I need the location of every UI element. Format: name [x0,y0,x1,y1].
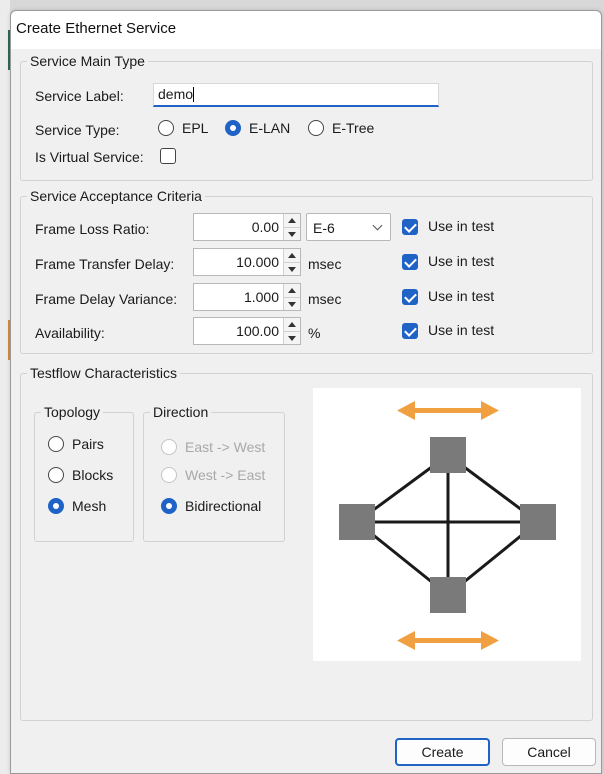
frame-loss-ratio-unit-value: E-6 [313,220,335,236]
spin-down-icon[interactable] [284,331,300,344]
availability-value: 100.00 [236,323,279,339]
mesh-node-left [339,504,375,540]
service-label-input[interactable]: demo [153,83,439,107]
spin-down-icon[interactable] [284,297,300,310]
spin-up-icon[interactable] [284,249,300,263]
direction-east-west-radio[interactable]: East -> West [161,439,265,455]
spin-buttons [283,284,300,310]
service-type-label: Service Type: [35,122,120,138]
is-virtual-service-label: Is Virtual Service: [35,149,144,165]
spin-up-icon[interactable] [284,318,300,332]
service-acceptance-criteria-legend: Service Acceptance Criteria [30,188,202,204]
text-caret [193,87,195,102]
radio-checked-icon [225,120,241,136]
availability-spinbox[interactable]: 100.00 [193,317,301,345]
spin-buttons [283,318,300,344]
cancel-button[interactable]: Cancel [502,738,596,766]
frame-loss-ratio-use-in-test-checkbox[interactable] [402,219,418,235]
background-window-edge [0,0,10,774]
direction-west-east-radio[interactable]: West -> East [161,467,265,483]
direction-east-west-label: East -> West [185,439,266,455]
radio-checked-icon [48,498,64,514]
radio-unchecked-icon [158,120,174,136]
testflow-characteristics-legend: Testflow Characteristics [30,365,178,381]
frame-loss-ratio-use-in-test-label: Use in test [428,218,495,234]
frame-delay-variance-unit: msec [308,291,342,307]
spin-buttons [283,214,300,240]
service-type-etree-radio[interactable]: E-Tree [308,120,374,136]
frame-transfer-delay-value: 10.000 [236,254,279,270]
mesh-topology-svg [339,401,556,650]
frame-delay-variance-value: 1.000 [243,289,279,305]
chevron-down-icon [372,220,383,231]
topology-blocks-label: Blocks [72,467,114,483]
spin-up-icon[interactable] [284,214,300,228]
double-arrow-icon [397,631,499,650]
frame-delay-variance-spinbox[interactable]: 1.000 [193,283,301,311]
direction-legend: Direction [153,404,209,420]
frame-delay-variance-use-in-test-checkbox[interactable] [402,289,418,305]
frame-transfer-delay-unit: msec [308,256,342,272]
service-label-value: demo [158,86,194,102]
frame-loss-ratio-unit-select[interactable]: E-6 [306,213,391,241]
service-type-elan-radio[interactable]: E-LAN [225,120,290,136]
create-button[interactable]: Create [395,738,490,766]
radio-checked-icon [161,498,177,514]
radio-unchecked-icon [308,120,324,136]
service-type-epl-label: EPL [182,120,209,136]
double-arrow-icon [397,401,499,420]
spin-down-icon[interactable] [284,262,300,275]
radio-unchecked-icon [48,436,64,452]
frame-transfer-delay-use-in-test-label: Use in test [428,253,495,269]
topology-legend: Topology [44,404,101,420]
service-type-etree-label: E-Tree [332,120,375,136]
frame-transfer-delay-spinbox[interactable]: 10.000 [193,248,301,276]
service-type-epl-radio[interactable]: EPL [158,120,208,136]
availability-use-in-test-label: Use in test [428,322,495,338]
service-label-label: Service Label: [35,88,124,104]
radio-unchecked-icon [161,467,177,483]
topology-blocks-radio[interactable]: Blocks [48,467,113,483]
dialog-title: Create Ethernet Service [11,11,601,49]
frame-loss-ratio-label: Frame Loss Ratio: [35,221,150,237]
spin-down-icon[interactable] [284,227,300,240]
topology-mesh-label: Mesh [72,498,107,514]
mesh-node-bottom [430,577,466,613]
spin-up-icon[interactable] [284,284,300,298]
topology-pairs-label: Pairs [72,436,104,452]
frame-delay-variance-label: Frame Delay Variance: [35,291,178,307]
availability-unit: % [308,325,321,341]
frame-loss-ratio-value: 0.00 [251,219,279,235]
availability-use-in-test-checkbox[interactable] [402,323,418,339]
topology-pairs-radio[interactable]: Pairs [48,436,104,452]
frame-delay-variance-use-in-test-label: Use in test [428,288,495,304]
frame-loss-ratio-spinbox[interactable]: 0.00 [193,213,301,241]
radio-unchecked-icon [161,439,177,455]
frame-transfer-delay-use-in-test-checkbox[interactable] [402,254,418,270]
spin-buttons [283,249,300,275]
create-ethernet-service-dialog: Create Ethernet Service Service Main Typ… [10,10,602,774]
topology-mesh-radio[interactable]: Mesh [48,498,106,514]
availability-label: Availability: [35,325,105,341]
service-main-type-legend: Service Main Type [30,53,145,69]
mesh-node-top [430,437,466,473]
is-virtual-service-checkbox[interactable] [160,148,176,164]
direction-bidirectional-radio[interactable]: Bidirectional [161,498,261,514]
mesh-topology-diagram [313,388,581,661]
direction-west-east-label: West -> East [185,467,266,483]
direction-bidirectional-label: Bidirectional [185,498,262,514]
mesh-links [356,453,539,597]
radio-unchecked-icon [48,467,64,483]
mesh-node-right [520,504,556,540]
frame-transfer-delay-label: Frame Transfer Delay: [35,256,175,272]
service-type-elan-label: E-LAN [249,120,291,136]
